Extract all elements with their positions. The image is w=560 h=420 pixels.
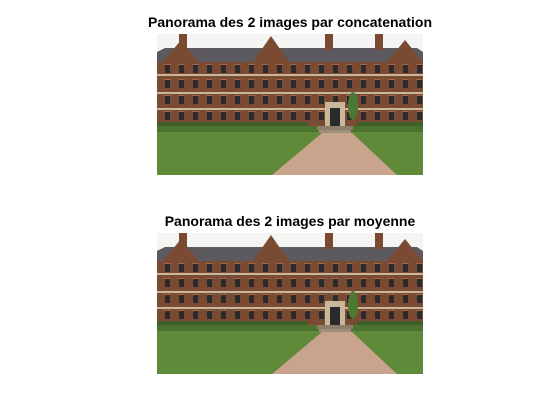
panel-title-concatenation: Panorama des 2 images par concatenation [148,14,432,30]
panorama-concatenation-image [157,34,423,175]
panorama-moyenne-image [157,233,423,374]
matlab-figure: Panorama des 2 images par concatenation … [0,0,560,420]
panel-title-moyenne: Panorama des 2 images par moyenne [164,213,416,229]
